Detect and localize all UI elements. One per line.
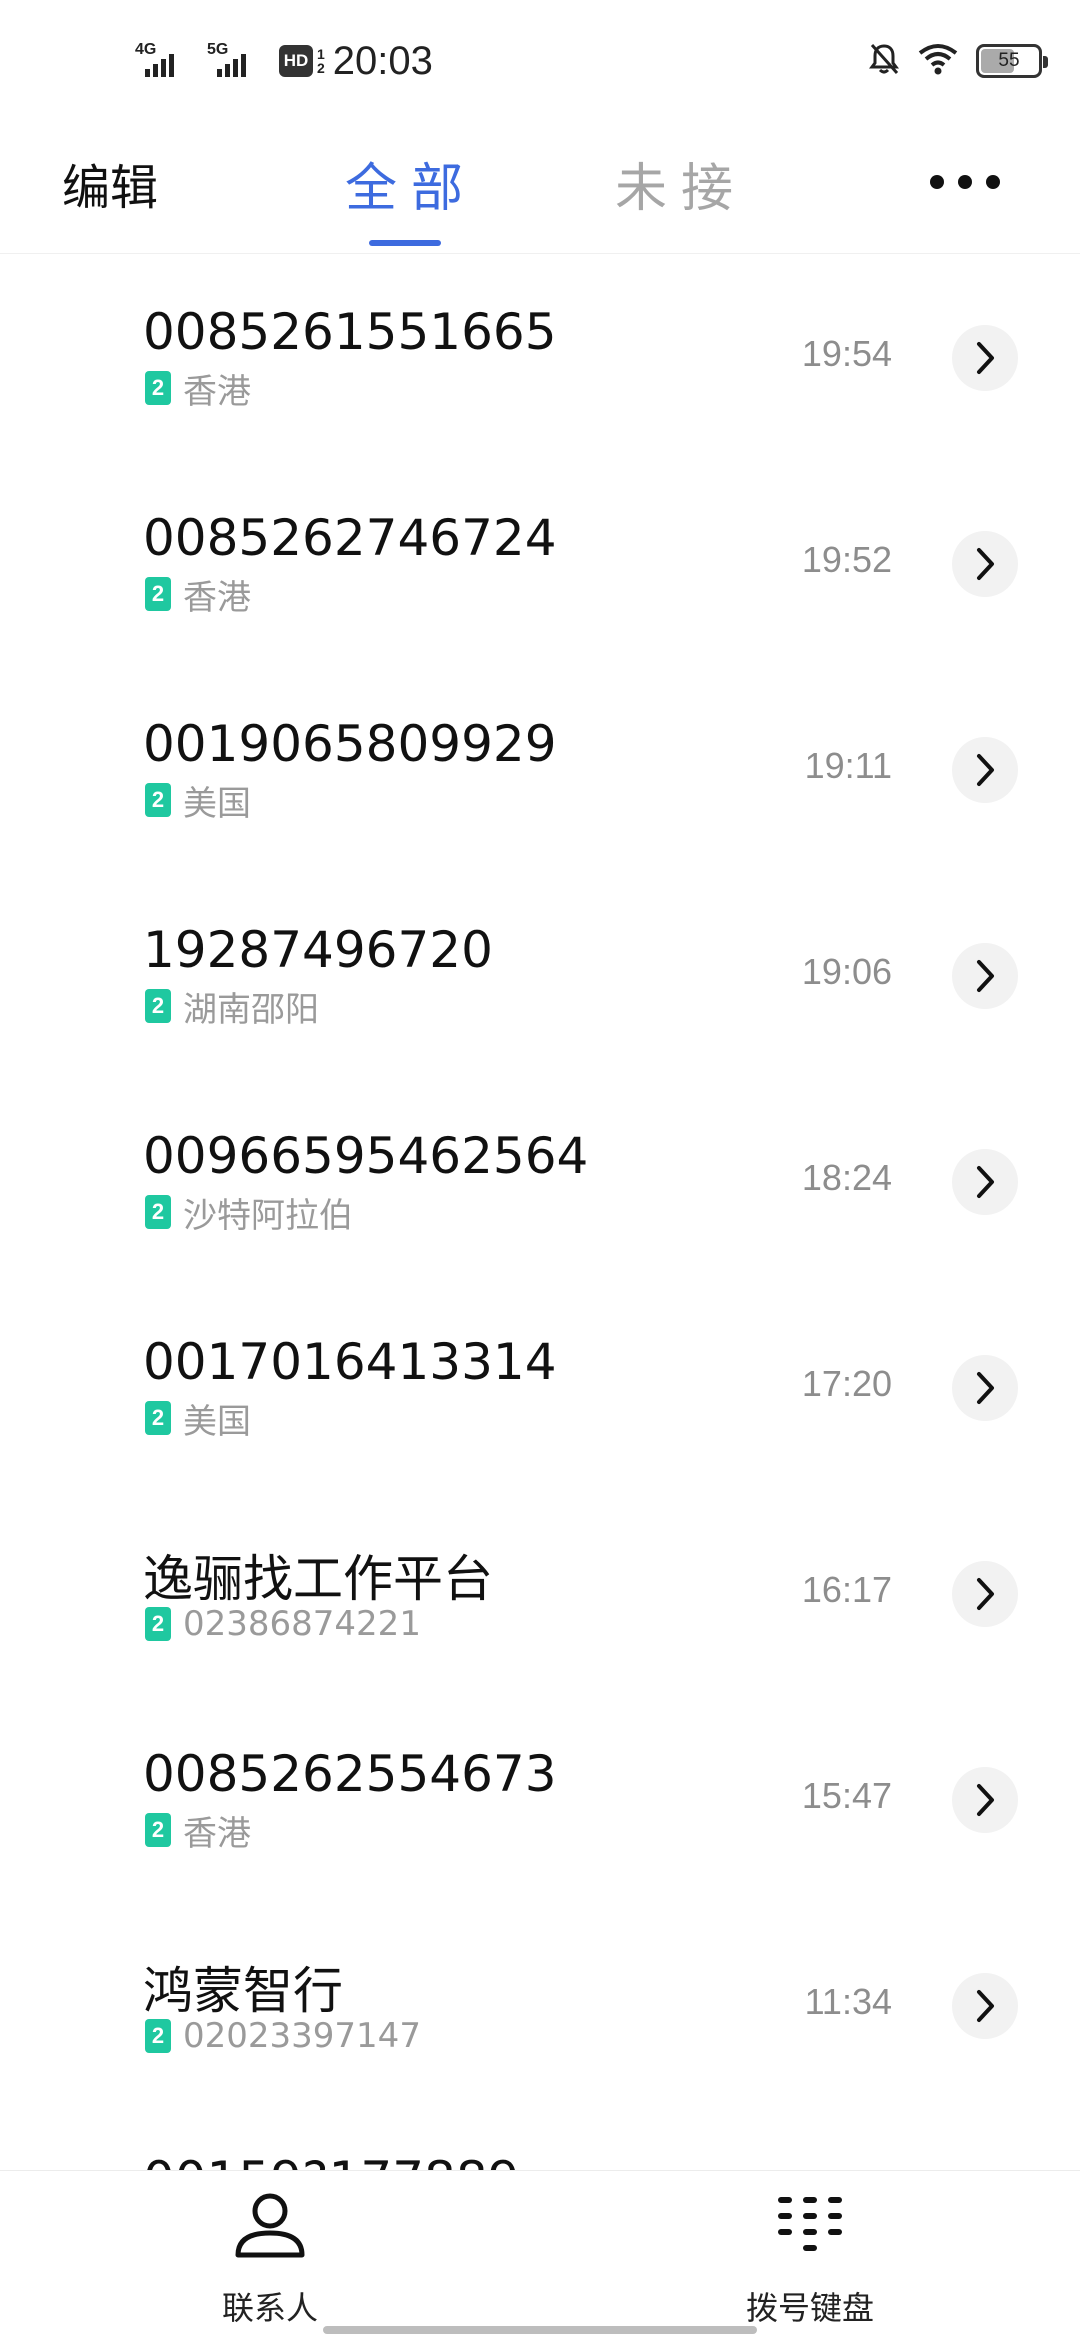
chevron-right-icon[interactable] bbox=[952, 1355, 1018, 1421]
chevron-right-icon[interactable] bbox=[952, 1149, 1018, 1215]
call-subline: 2 香港 bbox=[145, 574, 251, 618]
call-location: 香港 bbox=[183, 577, 251, 618]
call-log-list[interactable]: 0085261551665 2 香港 19:54 0085262746724 2… bbox=[0, 255, 1080, 2109]
call-name: 0019065809929 bbox=[143, 715, 557, 773]
call-location: 美国 bbox=[183, 1401, 251, 1442]
call-subline: 2 02386874221 bbox=[145, 1604, 421, 1644]
call-location: 湖南邵阳 bbox=[183, 989, 319, 1030]
person-icon bbox=[170, 2191, 370, 2265]
call-row[interactable]: 0017016413314 2 美国 17:20 bbox=[0, 1285, 1080, 1491]
call-subline: 2 美国 bbox=[145, 780, 251, 824]
battery-icon: 55 bbox=[976, 44, 1048, 78]
call-name: 0085262554673 bbox=[143, 1745, 557, 1803]
call-subline: 2 02023397147 bbox=[145, 2016, 421, 2056]
nav-contacts[interactable]: 联系人 bbox=[170, 2191, 370, 2329]
call-log-header: 编辑 全部 未接 bbox=[0, 120, 1080, 254]
call-row[interactable]: 0085262746724 2 香港 19:52 bbox=[0, 461, 1080, 667]
call-subline: 2 香港 bbox=[145, 1810, 251, 1854]
call-name: 0085261551665 bbox=[143, 303, 557, 361]
sim-card-icon: 2 bbox=[145, 1813, 171, 1847]
call-location: 02023397147 bbox=[183, 2016, 421, 2056]
call-location: 香港 bbox=[183, 1813, 251, 1854]
call-subline: 2 美国 bbox=[145, 1398, 251, 1442]
nav-contacts-label: 联系人 bbox=[221, 2289, 318, 2327]
tab-all[interactable]: 全部 bbox=[345, 146, 477, 221]
sim-card-icon: 2 bbox=[145, 577, 171, 611]
chevron-right-icon[interactable] bbox=[952, 1561, 1018, 1627]
cellular-signal-2-icon: 5G bbox=[207, 39, 267, 83]
sim-card-icon: 2 bbox=[145, 783, 171, 817]
sim-card-icon: 2 bbox=[145, 989, 171, 1023]
sim-card-icon: 2 bbox=[145, 1195, 171, 1229]
tab-missed[interactable]: 未接 bbox=[615, 146, 747, 221]
sim-card-icon: 2 bbox=[145, 2019, 171, 2053]
chevron-right-icon[interactable] bbox=[952, 943, 1018, 1009]
sim-card-icon: 2 bbox=[145, 1607, 171, 1641]
call-row[interactable]: 00966595462564 2 沙特阿拉伯 18:24 bbox=[0, 1079, 1080, 1285]
cellular-signal-1-icon: 4G bbox=[135, 39, 195, 83]
home-indicator[interactable] bbox=[323, 2326, 757, 2334]
status-clock: 20:03 bbox=[332, 38, 433, 83]
chevron-right-icon[interactable] bbox=[952, 737, 1018, 803]
call-time: 19:52 bbox=[801, 539, 892, 580]
call-subline: 2 香港 bbox=[145, 368, 251, 412]
hd-voice-icon: HD bbox=[279, 45, 313, 77]
call-name: 00966595462564 bbox=[143, 1127, 589, 1185]
dialpad-icon bbox=[710, 2191, 910, 2265]
call-subline: 2 湖南邵阳 bbox=[145, 986, 319, 1030]
call-time: 19:06 bbox=[801, 951, 892, 992]
call-location: 02386874221 bbox=[183, 1604, 421, 1644]
call-name: 19287496720 bbox=[143, 921, 493, 979]
call-location: 香港 bbox=[183, 371, 251, 412]
sim-card-icon: 2 bbox=[145, 1401, 171, 1435]
call-time: 15:47 bbox=[801, 1775, 892, 1816]
mute-bell-icon bbox=[868, 42, 900, 80]
call-log-screen: 4G 5G HD 12 20:03 55 编辑 全部 未接 0085261551… bbox=[0, 0, 1080, 2340]
call-location: 沙特阿拉伯 bbox=[183, 1195, 353, 1236]
call-time: 18:24 bbox=[801, 1157, 892, 1198]
call-time: 17:20 bbox=[801, 1363, 892, 1404]
edit-button[interactable]: 编辑 bbox=[62, 148, 158, 218]
status-right: 55 bbox=[868, 36, 1048, 86]
call-time: 16:17 bbox=[801, 1569, 892, 1610]
nav-dialpad-label: 拨号键盘 bbox=[745, 2289, 874, 2327]
more-dots-icon[interactable] bbox=[930, 172, 1000, 192]
call-row[interactable]: 逸骊找工作平台 2 02386874221 16:17 bbox=[0, 1491, 1080, 1697]
call-time: 19:11 bbox=[804, 745, 892, 786]
chevron-right-icon[interactable] bbox=[952, 1973, 1018, 2039]
bottom-nav: 联系人 拨号键盘 bbox=[0, 2170, 1080, 2340]
chevron-right-icon[interactable] bbox=[952, 325, 1018, 391]
hd-voice-sim-indicator: 12 bbox=[317, 46, 325, 76]
call-row[interactable]: 19287496720 2 湖南邵阳 19:06 bbox=[0, 873, 1080, 1079]
call-row[interactable]: 0085262554673 2 香港 15:47 bbox=[0, 1697, 1080, 1903]
call-subline: 2 沙特阿拉伯 bbox=[145, 1192, 353, 1236]
wifi-icon bbox=[918, 43, 958, 79]
call-time: 11:34 bbox=[804, 1981, 892, 2022]
call-row[interactable]: 0085261551665 2 香港 19:54 bbox=[0, 255, 1080, 461]
battery-level: 55 bbox=[998, 50, 1020, 71]
nav-dialpad[interactable]: 拨号键盘 bbox=[710, 2191, 910, 2329]
call-name: 逸骊找工作平台 bbox=[143, 1550, 493, 1608]
sim-card-icon: 2 bbox=[145, 371, 171, 405]
call-name: 鸿蒙智行 bbox=[143, 1962, 343, 2020]
call-name: 0017016413314 bbox=[143, 1333, 557, 1391]
call-time: 19:54 bbox=[801, 333, 892, 374]
chevron-right-icon[interactable] bbox=[952, 531, 1018, 597]
call-row[interactable]: 鸿蒙智行 2 02023397147 11:34 bbox=[0, 1903, 1080, 2109]
status-left: 4G 5G HD 12 20:03 bbox=[135, 36, 433, 86]
call-location: 美国 bbox=[183, 783, 251, 824]
status-bar: 4G 5G HD 12 20:03 55 bbox=[0, 0, 1080, 120]
call-name: 0085262746724 bbox=[143, 509, 557, 567]
chevron-right-icon[interactable] bbox=[952, 1767, 1018, 1833]
tab-selected-indicator bbox=[369, 240, 441, 246]
call-row[interactable]: 0019065809929 2 美国 19:11 bbox=[0, 667, 1080, 873]
